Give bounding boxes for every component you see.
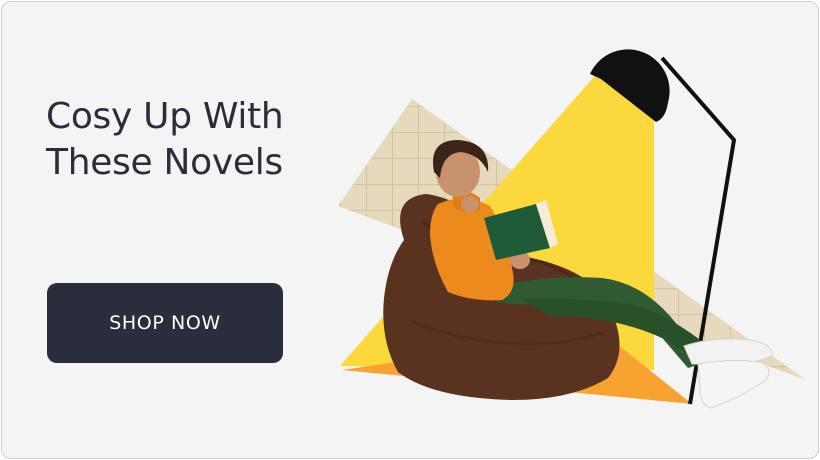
promo-banner[interactable]: Cosy Up With These Novels SHOP NOW [1,1,819,459]
headline-line-2: These Novels [46,142,283,183]
promo-headline: Cosy Up With These Novels [46,94,346,186]
reading-illustration [338,49,806,409]
headline-line-1: Cosy Up With [46,96,284,137]
shop-now-button[interactable]: SHOP NOW [47,283,283,363]
